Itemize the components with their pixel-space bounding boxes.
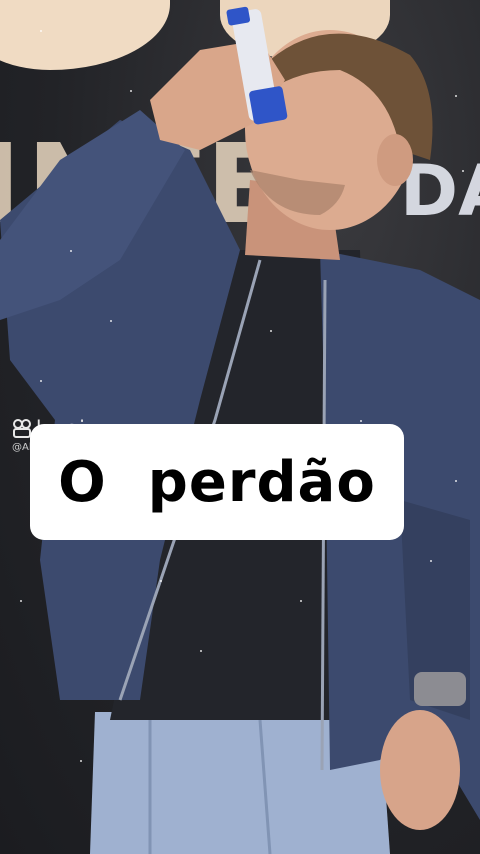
right-hand bbox=[380, 710, 460, 830]
caption-text: O perdão bbox=[58, 449, 376, 515]
kwai-logo-icon bbox=[13, 419, 31, 438]
caption-box: O perdão bbox=[30, 424, 404, 540]
wristwatch bbox=[414, 672, 466, 706]
video-frame: INTE DA bbox=[0, 0, 480, 854]
